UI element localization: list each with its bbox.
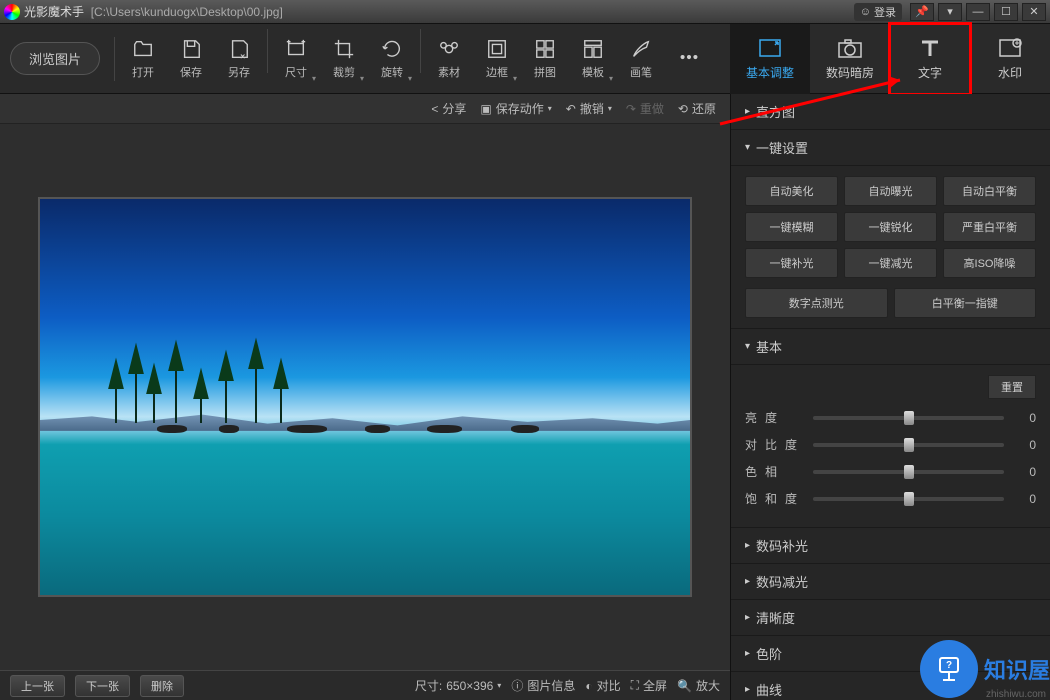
redo-button[interactable]: ↷重做 xyxy=(626,100,664,117)
tool-size[interactable]: 尺寸 xyxy=(272,29,320,89)
info-icon: ⓘ xyxy=(511,677,523,694)
tab-text[interactable]: 文字 xyxy=(890,24,970,94)
preset-button[interactable]: 数字点测光 xyxy=(745,288,888,318)
preset-button[interactable]: 自动美化 xyxy=(745,176,838,206)
open-icon xyxy=(132,38,154,60)
slider-track[interactable] xyxy=(813,470,1004,474)
slider-thumb[interactable] xyxy=(904,438,914,452)
restore-button[interactable]: ⟲还原 xyxy=(678,100,716,117)
tool-crop[interactable]: 裁剪 xyxy=(320,29,368,89)
share-button[interactable]: <分享 xyxy=(431,100,466,117)
preset-button[interactable]: 白平衡一指键 xyxy=(894,288,1037,318)
text-icon xyxy=(916,36,944,60)
info-button[interactable]: ⓘ图片信息 xyxy=(511,677,575,694)
slider-track[interactable] xyxy=(813,497,1004,501)
preset-button[interactable]: 自动曝光 xyxy=(844,176,937,206)
film-icon: ▣ xyxy=(480,102,491,116)
section-数码减光[interactable]: 数码减光 xyxy=(731,564,1050,600)
share-icon: < xyxy=(431,102,438,116)
template-icon xyxy=(582,38,604,60)
user-icon: ☺ xyxy=(860,6,871,18)
slider-thumb[interactable] xyxy=(904,411,914,425)
save-icon xyxy=(180,38,202,60)
size-icon xyxy=(285,38,307,60)
brush-icon xyxy=(630,38,652,60)
slider-对比度: 对比度0 xyxy=(745,436,1036,453)
compare-icon: ◐ xyxy=(585,679,592,693)
image-canvas[interactable] xyxy=(40,199,690,595)
next-button[interactable]: 下一张 xyxy=(75,675,130,697)
restore-icon: ⟲ xyxy=(678,102,688,116)
undo-button[interactable]: ↶撤销▾ xyxy=(566,100,612,117)
fullscreen-button[interactable]: ⛶全屏 xyxy=(631,677,667,694)
tool-open[interactable]: 打开 xyxy=(119,29,167,89)
slider-thumb[interactable] xyxy=(904,465,914,479)
section-oneclick[interactable]: 一键设置 xyxy=(731,130,1050,166)
slider-track[interactable] xyxy=(813,443,1004,447)
preset-button[interactable]: 一键锐化 xyxy=(844,212,937,242)
rotate-icon xyxy=(381,38,403,60)
more-icon xyxy=(678,46,700,68)
camera-icon xyxy=(836,36,864,60)
maximize-button[interactable]: ☐ xyxy=(994,3,1018,21)
zoom-button[interactable]: 🔍放大 xyxy=(677,677,720,694)
pin-button[interactable]: 📌 xyxy=(910,3,934,21)
close-button[interactable]: ✕ xyxy=(1022,3,1046,21)
preset-button[interactable]: 高ISO降噪 xyxy=(943,248,1036,278)
adjust-icon xyxy=(756,36,784,60)
tool-frame[interactable]: 边框 xyxy=(473,29,521,89)
frame-icon xyxy=(486,38,508,60)
section-清晰度[interactable]: 清晰度 xyxy=(731,600,1050,636)
tool-template[interactable]: 模板 xyxy=(569,29,617,89)
tool-rotate[interactable]: 旋转 xyxy=(368,29,416,89)
preset-button[interactable]: 一键补光 xyxy=(745,248,838,278)
collage-icon xyxy=(534,38,556,60)
preset-button[interactable]: 自动白平衡 xyxy=(943,176,1036,206)
save-action-button[interactable]: ▣保存动作▾ xyxy=(480,100,551,117)
slider-亮度: 亮度0 xyxy=(745,409,1036,426)
preset-button[interactable]: 严重白平衡 xyxy=(943,212,1036,242)
material-icon xyxy=(438,38,460,60)
window-title: 光影魔术手 [C:\Users\kunduogx\Desktop\00.jpg] xyxy=(24,3,854,20)
fullscreen-icon: ⛶ xyxy=(631,678,639,693)
tab-camera[interactable]: 数码暗房 xyxy=(810,24,890,94)
tool-brush[interactable]: 画笔 xyxy=(617,29,665,89)
watermark-logo: ? 知识屋 xyxy=(920,640,1050,698)
tool-saveas[interactable]: 另存 xyxy=(215,29,263,89)
slider-track[interactable] xyxy=(813,416,1004,420)
reset-button[interactable]: 重置 xyxy=(988,375,1036,399)
browse-button[interactable]: 浏览图片 xyxy=(10,42,100,75)
tool-save[interactable]: 保存 xyxy=(167,29,215,89)
redo-icon: ↷ xyxy=(626,102,636,116)
slider-饱和度: 饱和度0 xyxy=(745,490,1036,507)
undo-icon: ↶ xyxy=(566,102,576,116)
preset-button[interactable]: 一键模糊 xyxy=(745,212,838,242)
login-button[interactable]: ☺登录 xyxy=(854,3,902,21)
svg-text:?: ? xyxy=(946,660,952,671)
compare-button[interactable]: ◐对比 xyxy=(585,677,620,694)
crop-icon xyxy=(333,38,355,60)
saveas-icon xyxy=(228,38,250,60)
watermark-icon xyxy=(996,36,1024,60)
section-histogram[interactable]: 直方图 xyxy=(731,94,1050,130)
tab-watermark[interactable]: 水印 xyxy=(970,24,1050,94)
slider-色相: 色相0 xyxy=(745,463,1036,480)
dropdown-button[interactable]: ▾ xyxy=(938,3,962,21)
slider-thumb[interactable] xyxy=(904,492,914,506)
tool-collage[interactable]: 拼图 xyxy=(521,29,569,89)
tool-material[interactable]: 素材 xyxy=(425,29,473,89)
minimize-button[interactable]: — xyxy=(966,3,990,21)
tool-more[interactable] xyxy=(665,29,713,89)
delete-button[interactable]: 删除 xyxy=(140,675,184,697)
section-数码补光[interactable]: 数码补光 xyxy=(731,528,1050,564)
app-icon xyxy=(4,4,20,20)
section-basic[interactable]: 基本 xyxy=(731,329,1050,365)
preset-button[interactable]: 一键减光 xyxy=(844,248,937,278)
tab-adjust[interactable]: 基本调整 xyxy=(730,24,810,94)
prev-button[interactable]: 上一张 xyxy=(10,675,65,697)
zoom-icon: 🔍 xyxy=(677,679,692,693)
size-display: 尺寸:650×396▾ xyxy=(415,677,501,694)
